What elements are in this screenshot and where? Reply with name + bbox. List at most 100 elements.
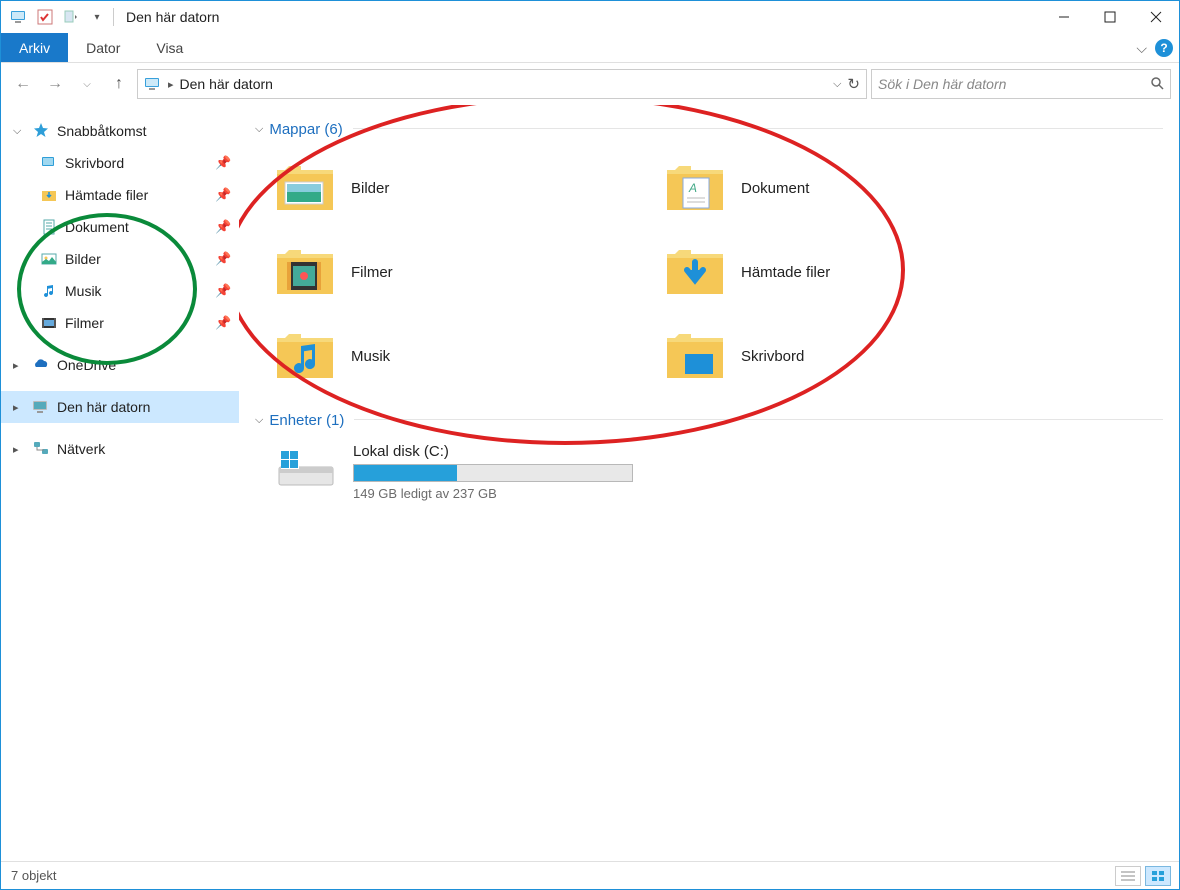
svg-text:A: A (688, 181, 697, 195)
close-button[interactable] (1133, 1, 1179, 33)
sidebar-item-this-pc[interactable]: ▸ Den här datorn (1, 391, 239, 423)
ribbon-tabs: Arkiv Dator Visa ⌵ ? (1, 33, 1179, 63)
sidebar-item-label: Filmer (65, 315, 209, 331)
drive-free-text: 149 GB ledigt av 237 GB (353, 486, 633, 501)
folder-label: Bilder (351, 180, 389, 197)
quick-access-toolbar: ▾ (1, 7, 107, 27)
properties-icon[interactable] (35, 7, 55, 27)
sidebar-item-hamtade-filer[interactable]: Hämtade filer 📌 (1, 179, 239, 211)
statusbar: 7 objekt (1, 861, 1179, 889)
tab-visa[interactable]: Visa (138, 33, 201, 62)
maximize-button[interactable] (1087, 1, 1133, 33)
chevron-right-icon[interactable]: ▸ (13, 443, 25, 456)
music-icon (39, 281, 59, 301)
sidebar-item-label: Skrivbord (65, 155, 209, 171)
pin-icon: 📌 (215, 155, 229, 171)
star-icon (31, 121, 51, 141)
sidebar-item-skrivbord[interactable]: Skrivbord 📌 (1, 147, 239, 179)
pin-icon: 📌 (215, 219, 229, 235)
folder-label: Dokument (741, 180, 809, 197)
chevron-right-icon[interactable]: ▸ (13, 359, 25, 372)
back-button[interactable]: ← (9, 70, 37, 98)
sidebar-item-label: Musik (65, 283, 209, 299)
pin-icon: 📌 (215, 283, 229, 299)
qat-dropdown-icon[interactable] (61, 7, 81, 27)
network-icon (31, 439, 51, 459)
drive-usage-fill (354, 465, 457, 481)
computer-icon (31, 397, 51, 417)
chevron-down-icon: ⌵ (255, 123, 263, 136)
sidebar-item-label: OneDrive (57, 357, 239, 373)
folder-label: Hämtade filer (741, 264, 830, 281)
chevron-down-icon[interactable]: ⌵ (13, 125, 25, 138)
sidebar-item-label: Den här datorn (57, 399, 239, 415)
desktop-icon (39, 153, 59, 173)
documents-folder-icon: A (665, 162, 725, 214)
window-title: Den här datorn (126, 9, 219, 25)
drive-name: Lokal disk (C:) (353, 443, 633, 460)
pin-icon: 📌 (215, 187, 229, 203)
window-controls (1041, 1, 1179, 33)
drive-icon (275, 443, 339, 491)
divider (353, 128, 1163, 129)
ribbon-expand-icon[interactable]: ⌵ (1136, 40, 1147, 57)
search-input[interactable] (878, 76, 1150, 92)
folder-item-dokument[interactable]: A Dokument (665, 156, 1015, 220)
drive-item-c[interactable]: Lokal disk (C:) 149 GB ledigt av 237 GB (255, 433, 1163, 501)
downloads-icon (39, 185, 59, 205)
folder-item-hamtade-filer[interactable]: Hämtade filer (665, 240, 1015, 304)
details-view-button[interactable] (1115, 866, 1141, 886)
sidebar-item-dokument[interactable]: Dokument 📌 (1, 211, 239, 243)
documents-icon (39, 217, 59, 237)
folder-label: Musik (351, 348, 390, 365)
address-bar[interactable]: ▸ Den här datorn ⌵ ↻ (137, 69, 867, 99)
folder-label: Filmer (351, 264, 393, 281)
tab-arkiv[interactable]: Arkiv (1, 33, 68, 62)
videos-folder-icon (275, 246, 335, 298)
sidebar-item-label: Hämtade filer (65, 187, 209, 203)
breadcrumb-text[interactable]: Den här datorn (180, 76, 828, 92)
videos-icon (39, 313, 59, 333)
computer-icon (144, 75, 162, 93)
divider (354, 419, 1163, 420)
breadcrumb-separator-icon[interactable]: ▸ (168, 78, 174, 91)
folder-item-musik[interactable]: Musik (275, 324, 625, 388)
sidebar-item-onedrive[interactable]: ▸ OneDrive (1, 349, 239, 381)
folders-grid: Bilder A Dokument Filmer Hä (255, 142, 1015, 406)
separator (113, 8, 114, 26)
chevron-right-icon[interactable]: ▸ (13, 401, 25, 414)
sidebar-item-network[interactable]: ▸ Nätverk (1, 433, 239, 465)
sidebar-item-filmer[interactable]: Filmer 📌 (1, 307, 239, 339)
sidebar-item-musik[interactable]: Musik 📌 (1, 275, 239, 307)
sidebar-item-label: Dokument (65, 219, 209, 235)
folder-item-bilder[interactable]: Bilder (275, 156, 625, 220)
navigation-pane: ⌵ Snabbåtkomst Skrivbord 📌 Hämtade filer… (1, 105, 239, 861)
folder-item-filmer[interactable]: Filmer (275, 240, 625, 304)
recent-locations-button[interactable]: ⌵ (73, 70, 101, 98)
tab-dator[interactable]: Dator (68, 33, 138, 62)
refresh-button[interactable]: ↻ (847, 75, 860, 93)
search-icon[interactable] (1150, 76, 1164, 93)
up-button[interactable]: ↑ (105, 70, 133, 98)
content-pane: ⌵ Mappar (6) Bilder A Dokument (239, 105, 1179, 861)
chevron-down-icon: ⌵ (255, 414, 263, 427)
music-folder-icon (275, 330, 335, 382)
sidebar-item-quick-access[interactable]: ⌵ Snabbåtkomst (1, 115, 239, 147)
minimize-button[interactable] (1041, 1, 1087, 33)
onedrive-icon (31, 355, 51, 375)
large-icons-view-button[interactable] (1145, 866, 1171, 886)
sidebar-item-label: Nätverk (57, 441, 239, 457)
computer-icon (9, 7, 29, 27)
section-header-folders[interactable]: ⌵ Mappar (6) (255, 121, 343, 138)
address-dropdown-icon[interactable]: ⌵ (833, 78, 841, 91)
desktop-folder-icon (665, 330, 725, 382)
sidebar-item-bilder[interactable]: Bilder 📌 (1, 243, 239, 275)
search-box[interactable] (871, 69, 1171, 99)
section-header-devices[interactable]: ⌵ Enheter (1) (255, 412, 344, 429)
qat-customize-icon[interactable]: ▾ (87, 7, 107, 27)
help-button[interactable]: ? (1155, 39, 1173, 57)
status-text: 7 objekt (11, 868, 57, 883)
titlebar: ▾ Den här datorn (1, 1, 1179, 33)
forward-button[interactable]: → (41, 70, 69, 98)
folder-item-skrivbord[interactable]: Skrivbord (665, 324, 1015, 388)
